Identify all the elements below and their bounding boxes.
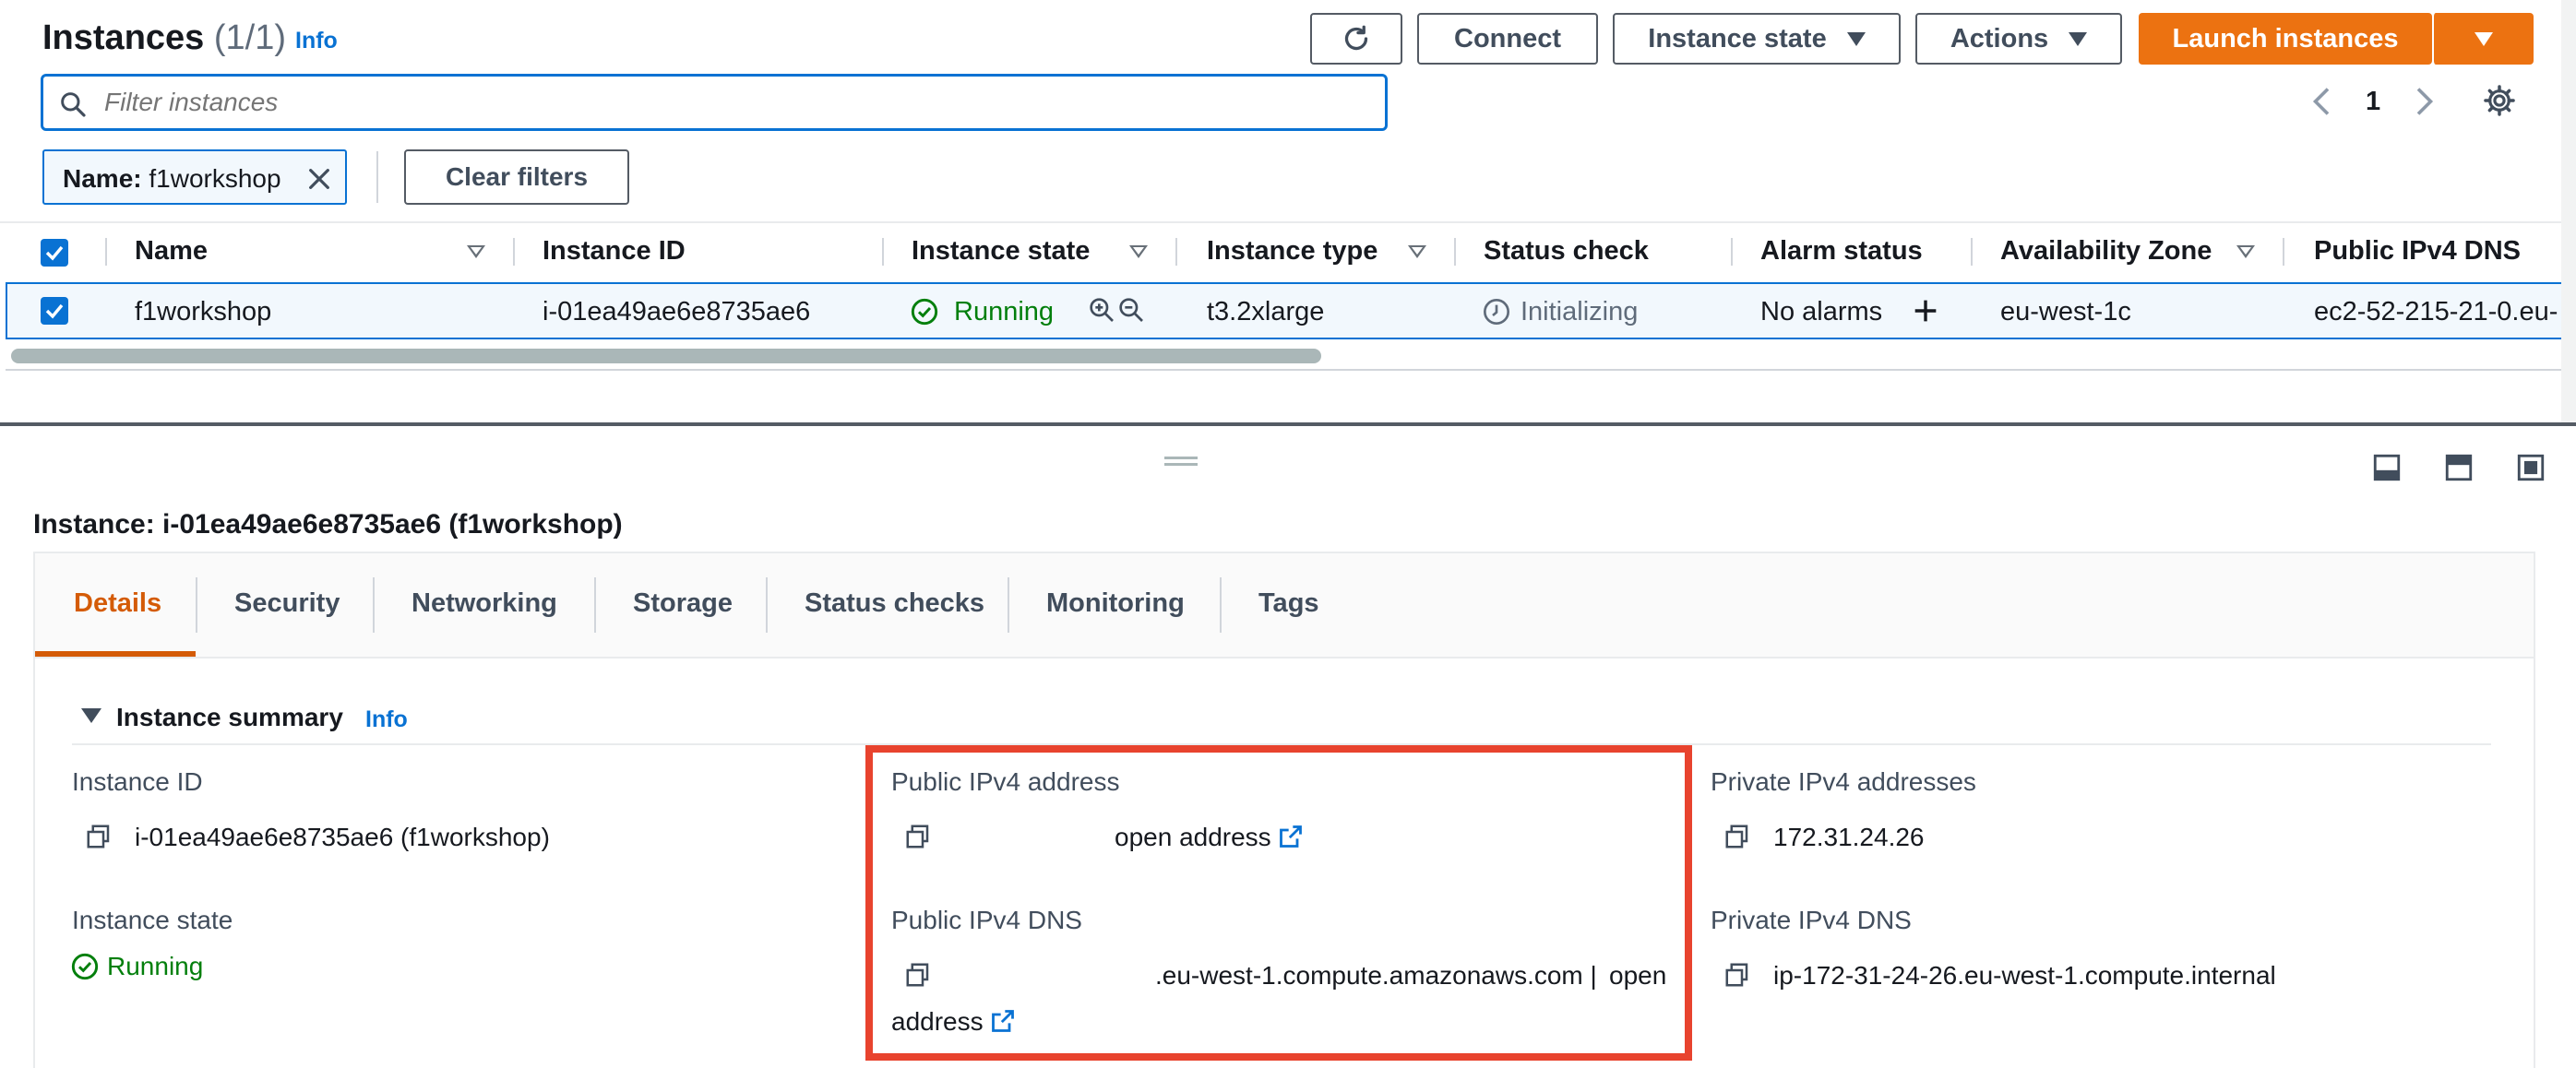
filter-token-value: f1workshop: [149, 164, 281, 193]
next-page-icon[interactable]: [2410, 85, 2438, 118]
col-name[interactable]: Name: [135, 236, 208, 267]
settings-gear-icon[interactable]: [2482, 83, 2517, 118]
summary-info-link[interactable]: Info: [365, 706, 408, 733]
instance-id-label: Instance ID: [72, 767, 203, 796]
col-instance-type[interactable]: Instance type: [1207, 236, 1377, 267]
col-status-check[interactable]: Status check: [1484, 236, 1649, 267]
row-state: Running: [954, 297, 1055, 326]
private-dns-label: Private IPv4 DNS: [1711, 906, 1912, 934]
actions-button[interactable]: Actions: [1915, 13, 2122, 65]
filter-token-key: Name:: [63, 164, 142, 193]
zoom-out-icon[interactable]: [1116, 295, 1146, 325]
copy-icon[interactable]: [85, 823, 113, 850]
col-alarm-status[interactable]: Alarm status: [1760, 236, 1923, 267]
table-header-border: [0, 221, 2576, 223]
row-status-check: Initializing: [1521, 297, 1639, 326]
connect-button[interactable]: Connect: [1417, 13, 1598, 65]
refresh-icon: [1344, 25, 1368, 51]
sort-caret-icon[interactable]: [467, 245, 485, 258]
highlight-annotation-box: [865, 745, 1692, 1061]
clear-filters-button[interactable]: Clear filters: [404, 149, 629, 205]
tab-storage[interactable]: Storage: [633, 588, 733, 619]
filter-search[interactable]: [41, 74, 1388, 131]
tab-networking[interactable]: Networking: [411, 588, 557, 619]
summary-title[interactable]: Instance summary: [116, 703, 343, 732]
sort-caret-icon[interactable]: [1408, 245, 1426, 258]
launch-instances-button[interactable]: Launch instances: [2139, 13, 2432, 65]
refresh-button[interactable]: [1310, 13, 1402, 65]
tab-active-indicator: [35, 651, 196, 657]
select-all-checkbox[interactable]: [41, 239, 68, 267]
sort-caret-icon[interactable]: [1129, 245, 1148, 258]
check-circle-icon: [911, 298, 938, 326]
zoom-in-icon[interactable]: [1087, 295, 1116, 325]
row-az: eu-west-1c: [2000, 297, 2131, 326]
row-public-dns: ec2-52-215-21-0.eu-: [2314, 297, 2558, 326]
row-alarm: No alarms: [1760, 297, 1883, 326]
sort-caret-icon[interactable]: [2236, 245, 2255, 258]
panel-bottom-icon[interactable]: [2371, 452, 2403, 483]
tab-status-checks[interactable]: Status checks: [805, 588, 984, 619]
details-heading: Instance: i-01ea49ae6e8735ae6 (f1worksho…: [33, 509, 623, 540]
col-instance-id[interactable]: Instance ID: [543, 236, 686, 267]
caret-down-icon: [2475, 31, 2493, 46]
plus-icon[interactable]: [1910, 295, 1941, 326]
filter-input[interactable]: [102, 84, 1376, 121]
instance-state-label: Instance state: [72, 906, 233, 934]
copy-icon[interactable]: [1723, 823, 1751, 850]
private-ipv4-label: Private IPv4 addresses: [1711, 767, 1976, 796]
header-info-link[interactable]: Info: [295, 28, 338, 54]
horizontal-scrollbar[interactable]: [11, 349, 1321, 363]
check-icon: [45, 303, 64, 319]
tab-security[interactable]: Security: [234, 588, 340, 619]
tab-details[interactable]: Details: [74, 588, 161, 619]
page-title: Instances (1/1): [42, 18, 287, 57]
col-public-dns[interactable]: Public IPv4 DNS: [2314, 236, 2521, 267]
vertical-scrollbar[interactable]: [2561, 0, 2576, 424]
close-icon[interactable]: [304, 164, 334, 194]
instance-id-value: i-01ea49ae6e8735ae6 (f1workshop): [135, 823, 550, 851]
search-icon: [61, 92, 86, 117]
copy-icon[interactable]: [1723, 961, 1751, 989]
col-instance-state[interactable]: Instance state: [912, 236, 1090, 267]
instance-state-value: Running: [107, 952, 204, 980]
panel-side-icon[interactable]: [2443, 452, 2475, 483]
caret-down-icon: [2069, 31, 2088, 46]
page-number[interactable]: 1: [2366, 87, 2380, 117]
row-instance-id-link[interactable]: i-01ea49ae6e8735ae6: [543, 297, 810, 327]
tab-tags[interactable]: Tags: [1258, 588, 1319, 619]
tab-monitoring[interactable]: Monitoring: [1046, 588, 1185, 619]
check-circle-icon: [71, 953, 99, 980]
clock-icon: [1484, 299, 1509, 325]
row-name: f1workshop: [135, 297, 272, 326]
prev-page-icon[interactable]: [2308, 85, 2336, 118]
private-dns-value: ip-172-31-24-26.eu-west-1.compute.intern…: [1773, 961, 2276, 990]
collapse-caret-icon[interactable]: [81, 708, 101, 723]
caret-down-icon: [1846, 31, 1866, 46]
private-ipv4-value: 172.31.24.26: [1773, 823, 1925, 851]
resize-handle[interactable]: [1164, 457, 1198, 466]
col-availability-zone[interactable]: Availability Zone: [2000, 236, 2212, 267]
row-type: t3.2xlarge: [1207, 297, 1325, 326]
panel-hide-icon[interactable]: [2515, 452, 2546, 483]
check-icon: [45, 245, 64, 261]
instance-count: (1/1): [213, 18, 287, 57]
row-checkbox[interactable]: [41, 297, 68, 325]
filter-token: Name: f1workshop: [42, 149, 347, 205]
instance-state-button[interactable]: Instance state: [1613, 13, 1901, 65]
launch-dropdown-button[interactable]: [2432, 13, 2534, 65]
